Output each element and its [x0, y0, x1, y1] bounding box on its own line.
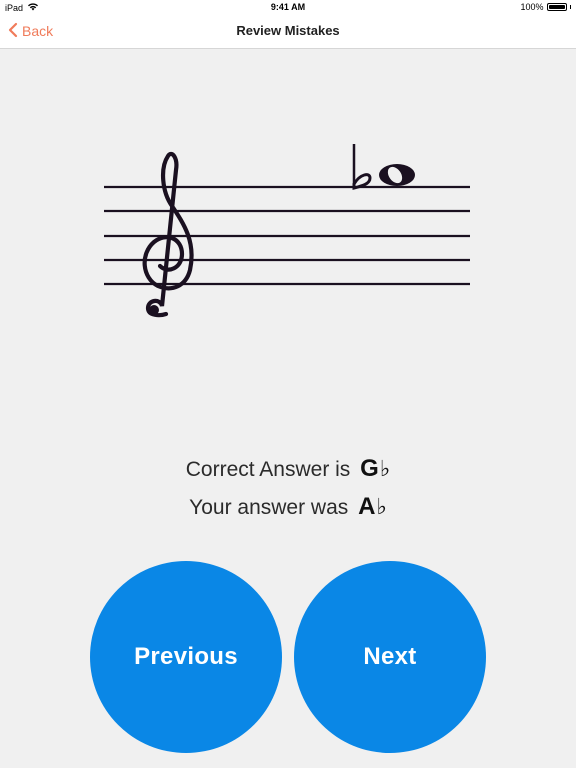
status-time: 9:41 AM [270, 2, 306, 12]
correct-answer-line: Correct Answer is G♭ [0, 455, 576, 483]
user-flat-symbol: ♭ [376, 495, 387, 520]
next-button[interactable]: Next [294, 561, 486, 753]
status-bar: iPad 9:41 AM 100% [0, 0, 576, 14]
navigation-bar: Back Review Mistakes [0, 14, 576, 49]
battery-level-fill [548, 5, 565, 9]
user-note-name: A [358, 493, 376, 520]
battery-cap [569, 5, 571, 9]
user-answer-prefix: Your answer was [189, 496, 349, 519]
correct-note-name: G [360, 455, 379, 482]
user-answer-line: Your answer was A♭ [0, 493, 576, 521]
music-staff [104, 144, 470, 318]
treble-clef-icon [142, 151, 194, 318]
correct-answer-prefix: Correct Answer is [185, 458, 351, 481]
page-title: Review Mistakes [236, 23, 340, 38]
correct-flat-symbol: ♭ [379, 457, 391, 482]
battery-percent: 100% [520, 2, 544, 12]
status-right: 100% [520, 2, 571, 12]
battery-icon [546, 3, 567, 11]
staff-lines [104, 185, 470, 286]
flat-accidental-icon [352, 144, 372, 190]
whole-note [379, 164, 415, 186]
previous-button[interactable]: Previous [90, 561, 282, 753]
music-staff-area [0, 130, 576, 330]
